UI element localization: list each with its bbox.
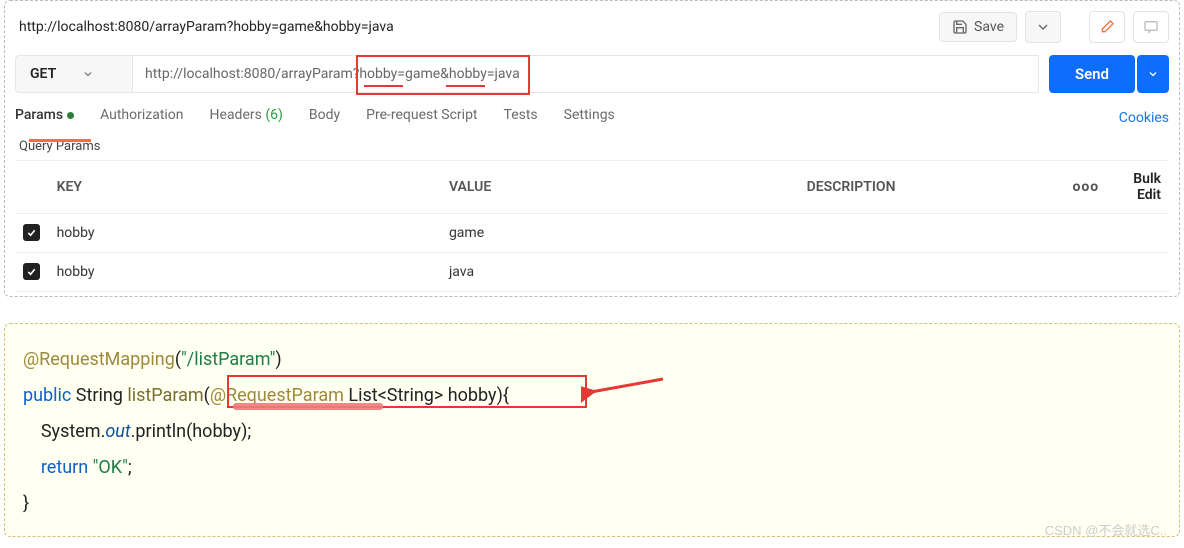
tok: listParam <box>127 385 203 406</box>
tok: out <box>105 421 130 442</box>
tab-prerequest[interactable]: Pre-request Script <box>366 107 477 129</box>
tok: ){ <box>497 385 509 406</box>
save-icon <box>952 19 968 35</box>
row-checkbox[interactable] <box>23 224 40 241</box>
comment-icon <box>1143 19 1159 35</box>
save-button[interactable]: Save <box>939 12 1017 42</box>
param-value[interactable]: game <box>441 214 799 253</box>
tok: "OK" <box>93 457 128 478</box>
save-dropdown[interactable] <box>1025 11 1061 43</box>
comment-button[interactable] <box>1133 11 1169 43</box>
tok <box>23 457 41 478</box>
tab-authorization[interactable]: Authorization <box>100 107 183 129</box>
table-header-row: KEY VALUE DESCRIPTION ooo Bulk Edit <box>15 161 1169 214</box>
send-label: Send <box>1075 65 1109 83</box>
params-indicator-dot <box>67 112 74 119</box>
chevron-down-icon <box>1035 19 1051 35</box>
tok: ; <box>128 457 132 478</box>
watermark: CSDN @不会就选C.. <box>1045 518 1167 544</box>
pencil-icon <box>1099 19 1115 35</box>
tabs-wrap: Params Authorization Headers (6) Body Pr… <box>15 107 1169 129</box>
tab-label: Params <box>15 107 63 123</box>
param-key[interactable]: hobby <box>49 253 441 292</box>
request-title: http://localhost:8080/arrayParam?hobby=g… <box>15 19 931 35</box>
tok: return <box>41 457 93 478</box>
send-dropdown[interactable] <box>1137 55 1169 93</box>
tok: @RequestMapping <box>23 349 175 370</box>
url-text: http://localhost:8080/arrayParam?hobby=g… <box>145 66 520 82</box>
annotation-underline-2 <box>446 85 485 87</box>
tabs: Params Authorization Headers (6) Body Pr… <box>15 107 1169 129</box>
table-row: hobby game <box>15 214 1169 253</box>
tab-tests[interactable]: Tests <box>504 107 538 129</box>
api-request-panel: http://localhost:8080/arrayParam?hobby=g… <box>4 0 1180 297</box>
url-input[interactable]: http://localhost:8080/arrayParam?hobby=g… <box>133 55 1039 93</box>
annotation-highlight <box>233 403 383 410</box>
chevron-down-icon <box>82 68 94 80</box>
save-label: Save <box>974 19 1004 35</box>
active-tab-underline <box>29 139 91 142</box>
row-checkbox[interactable] <box>23 263 40 280</box>
top-bar: http://localhost:8080/arrayParam?hobby=g… <box>15 11 1169 43</box>
tok: "/listParam" <box>181 349 275 370</box>
bulk-edit[interactable]: Bulk Edit <box>1133 171 1161 203</box>
col-key: KEY <box>49 161 441 214</box>
arrow-annotation <box>581 367 671 403</box>
tok: String <box>71 385 127 406</box>
tab-settings[interactable]: Settings <box>564 107 615 129</box>
param-value[interactable]: java <box>441 253 799 292</box>
edit-button[interactable] <box>1089 11 1125 43</box>
code-line-3: System.out.println(hobby); <box>23 414 1161 450</box>
method-label: GET <box>30 66 56 82</box>
code-line-4: return "OK"; <box>23 450 1161 486</box>
tab-body[interactable]: Body <box>309 107 340 129</box>
tok: ) <box>275 349 281 370</box>
param-key[interactable]: hobby <box>49 214 441 253</box>
tab-params[interactable]: Params <box>15 107 74 129</box>
tab-label: Headers <box>210 107 262 123</box>
tok: System. <box>41 421 105 442</box>
table-row: hobby java <box>15 253 1169 292</box>
column-options[interactable]: ooo <box>1072 179 1099 195</box>
cookies-link[interactable]: Cookies <box>1119 110 1169 126</box>
headers-count: (6) <box>265 107 283 123</box>
query-params-title: Query Params <box>19 139 1169 154</box>
code-line-5: } <box>23 486 1161 522</box>
tok <box>23 421 41 442</box>
method-select[interactable]: GET <box>15 55 133 93</box>
check-icon <box>26 266 37 277</box>
tok: public <box>23 385 71 406</box>
tok: hobby <box>448 385 497 406</box>
col-description: DESCRIPTION <box>799 161 1064 214</box>
tab-headers[interactable]: Headers (6) <box>210 107 283 129</box>
chevron-down-icon <box>1147 68 1159 80</box>
params-table: KEY VALUE DESCRIPTION ooo Bulk Edit hobb… <box>15 160 1169 292</box>
send-button[interactable]: Send <box>1049 55 1135 93</box>
param-description[interactable] <box>799 214 1169 253</box>
tok: .println(hobby); <box>131 421 252 442</box>
request-line: GET http://localhost:8080/arrayParam?hob… <box>15 55 1169 93</box>
param-description[interactable] <box>799 253 1169 292</box>
col-value: VALUE <box>441 161 799 214</box>
code-snippet-panel: @RequestMapping("/listParam") public Str… <box>4 323 1180 537</box>
check-icon <box>26 227 37 238</box>
annotation-underline-1 <box>364 85 403 87</box>
